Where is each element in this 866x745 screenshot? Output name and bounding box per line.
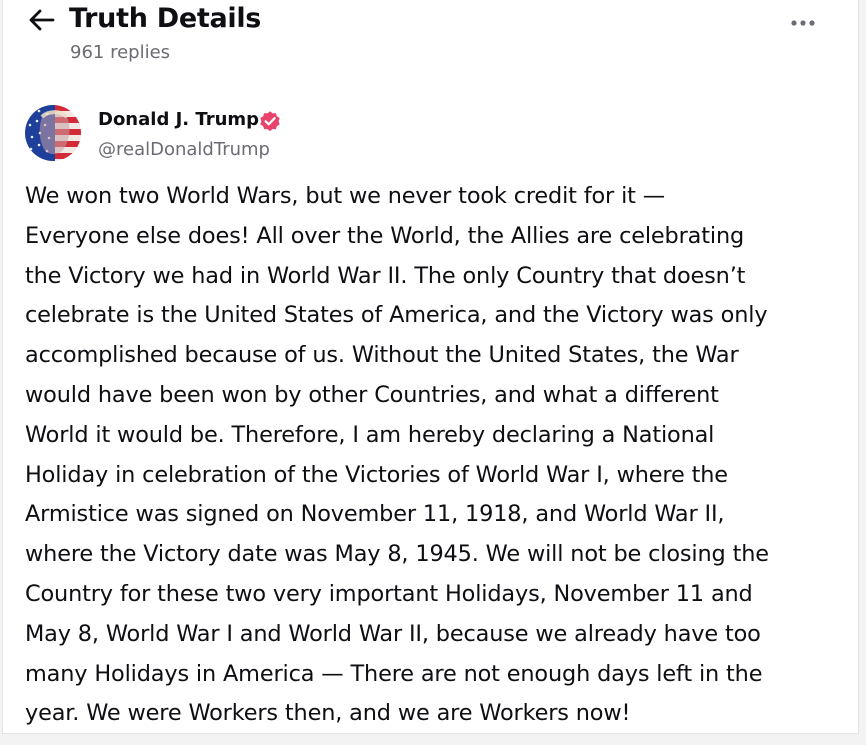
- avatar[interactable]: [25, 105, 81, 161]
- post-text-line: would have been won by other Countries, …: [25, 381, 719, 408]
- more-options-button[interactable]: [786, 10, 820, 34]
- post-text-line: Everyone else does! All over the World, …: [25, 222, 745, 249]
- post-text-line: year. We were Workers then, and we are W…: [25, 700, 631, 727]
- reply-count: 961 replies: [70, 42, 171, 63]
- post-text-line: We won two World Wars, but we never took…: [25, 183, 665, 209]
- author-name[interactable]: Donald J. Trump: [98, 108, 259, 132]
- post-body: We won two World Wars, but we never took…: [25, 177, 855, 733]
- post-text-line: many Holidays in America — There are not…: [25, 660, 763, 687]
- post-text-line: Country for these two very important Hol…: [25, 580, 753, 607]
- post-text-line: accomplished because of us. Without the …: [25, 342, 739, 369]
- more-horizontal-icon: [791, 20, 815, 26]
- post-text-line: World it would be. Therefore, I am hereb…: [25, 421, 715, 448]
- post-text-line: celebrate is the United States of Americ…: [25, 302, 768, 329]
- post-text-line: where the Victory date was May 8, 1945. …: [25, 541, 769, 568]
- truth-details-panel: Truth Details 961 replies Donald J. Trum…: [2, 0, 859, 734]
- verified-badge-icon: [258, 109, 282, 133]
- post-text-line: the Victory we had in World War II. The …: [25, 262, 746, 289]
- arrow-left-icon: [29, 9, 55, 31]
- post-text-line: Armistice was signed on November 11, 191…: [25, 501, 725, 528]
- post-text-line: May 8, World War I and World War II, bec…: [25, 620, 761, 647]
- author-handle[interactable]: @realDonaldTrump: [98, 138, 270, 162]
- post-text-line: Holiday in celebration of the Victories …: [25, 461, 728, 488]
- page-title: Truth Details: [69, 3, 262, 34]
- back-button[interactable]: [27, 8, 57, 32]
